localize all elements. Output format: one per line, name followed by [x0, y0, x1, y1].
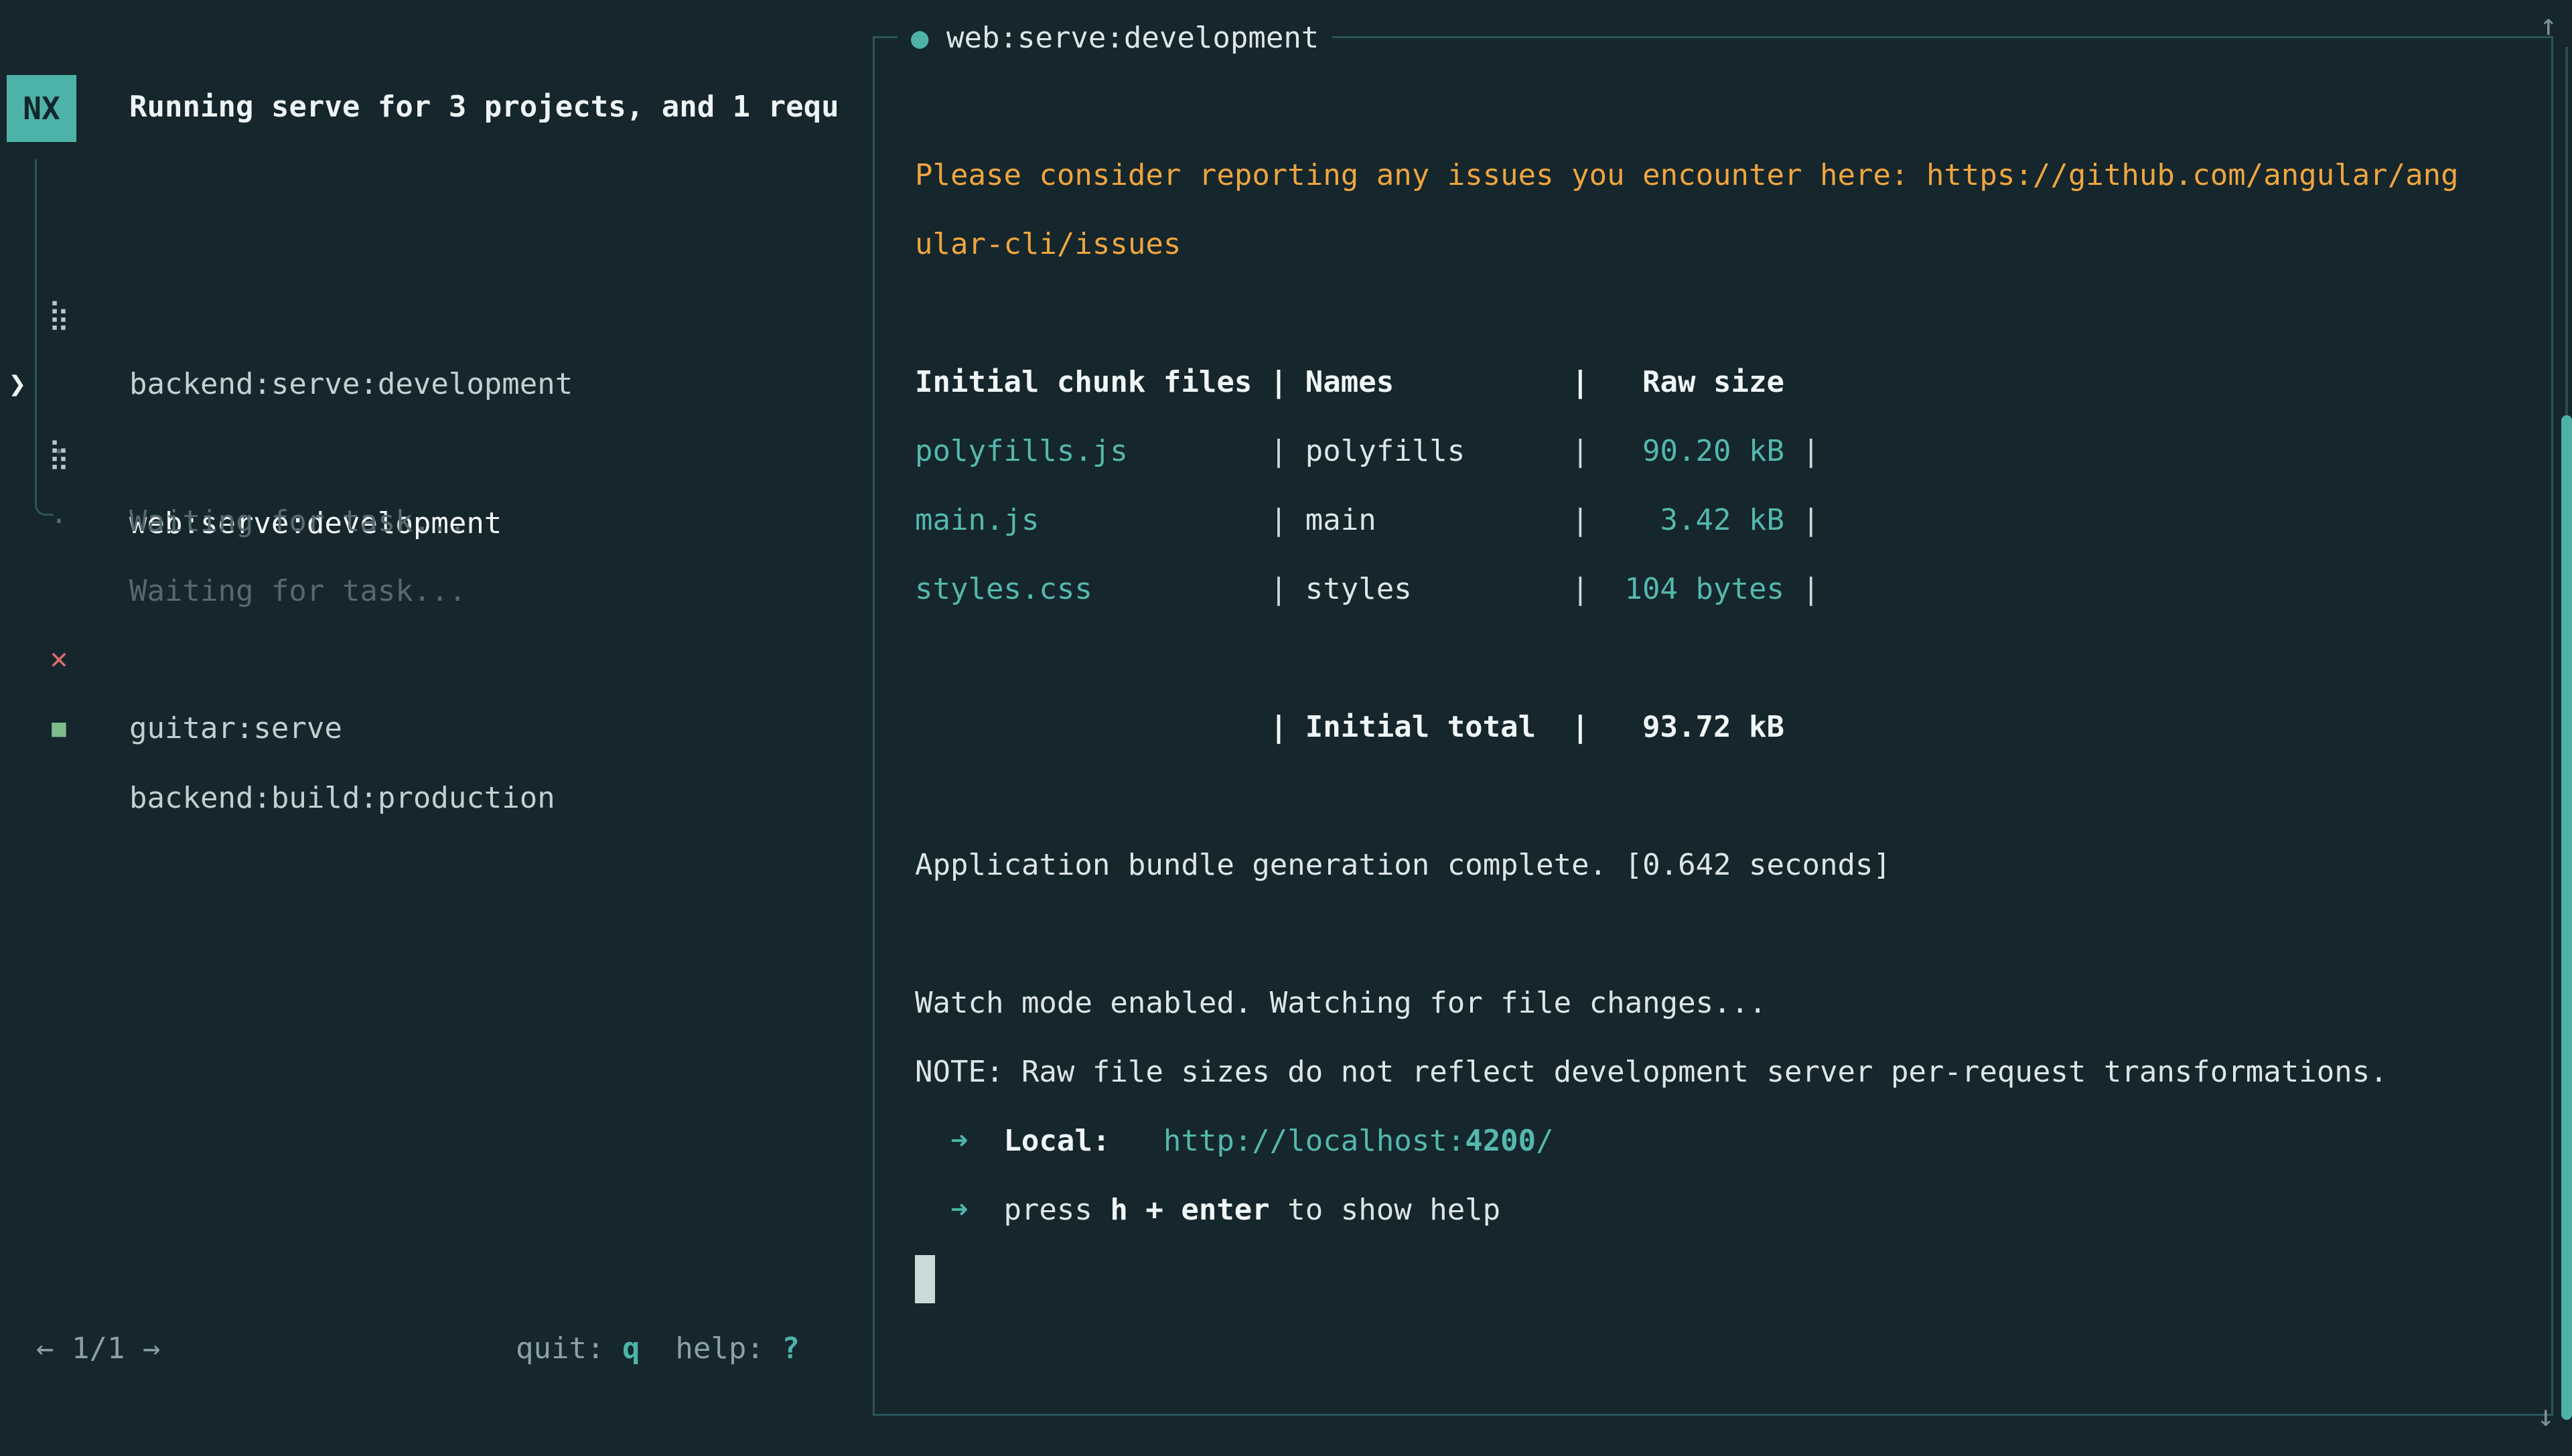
- port-number: 4200: [1465, 1124, 1536, 1158]
- pipe: |: [1571, 555, 1607, 624]
- chunk-file: styles.css: [915, 555, 1270, 624]
- scrollbar-thumb[interactable]: [2561, 415, 2572, 1420]
- help-keys: h + enter: [1110, 1193, 1269, 1227]
- table-row: main.js|main|3.42 kB|: [915, 486, 2535, 555]
- local-url-link[interactable]: http://localhost:4200/: [1163, 1124, 1554, 1158]
- blank-line: [915, 624, 2535, 693]
- arrow-right-icon: ➜: [950, 1124, 969, 1158]
- quit-label: quit:: [516, 1331, 604, 1366]
- sidebar-title: Running serve for 3 projects, and 1 requ: [129, 72, 863, 142]
- task-row-web-serve[interactable]: ❯ ⣷ web:serve:development: [0, 280, 871, 350]
- pipe: |: [1571, 417, 1607, 486]
- table-total-row: |Initial total|93.72 kB: [915, 693, 2535, 761]
- chunk-file: main.js: [915, 486, 1270, 555]
- help-pre: press: [1003, 1193, 1092, 1227]
- chunk-size: 3.42 kB: [1607, 486, 1784, 555]
- local-url-line: ➜ Local: http://localhost:4200/: [915, 1106, 2535, 1175]
- help-label: help:: [675, 1331, 764, 1366]
- quit-key: q: [622, 1331, 640, 1366]
- issue-notice-line-1: Please consider reporting any issues you…: [915, 141, 2535, 210]
- blank-line: [915, 761, 2535, 830]
- pipe: |: [1270, 348, 1305, 417]
- pager-next-icon[interactable]: →: [143, 1331, 161, 1366]
- task-row-waiting-1[interactable]: · Waiting for task...: [0, 348, 871, 417]
- task-label: Waiting for task...: [129, 487, 466, 557]
- task-row-backend-serve[interactable]: ⣷ backend:serve:development: [0, 210, 871, 280]
- pipe: |: [1270, 693, 1305, 761]
- success-square-icon: ■: [43, 694, 75, 763]
- terminal-cursor: [915, 1255, 935, 1303]
- scroll-up-icon[interactable]: ↑: [2540, 5, 2558, 75]
- table-header-row: Initial chunk files|Names|Raw size: [915, 348, 2535, 417]
- task-row-guitar-serve[interactable]: ✕ guitar:serve: [0, 555, 871, 624]
- pipe: |: [1571, 693, 1607, 761]
- pipe: |: [1270, 486, 1305, 555]
- table-row: styles.css|styles|104 bytes|: [915, 555, 2535, 624]
- keyboard-hints: quit: q help:?: [516, 1314, 800, 1384]
- blank-line: [915, 279, 2535, 348]
- note-line: NOTE: Raw file sizes do not reflect deve…: [915, 1037, 2535, 1106]
- watch-mode-line: Watch mode enabled. Watching for file ch…: [915, 968, 2535, 1037]
- blank-line: [915, 899, 2535, 968]
- chunk-file: polyfills.js: [915, 417, 1270, 486]
- scroll-down-icon[interactable]: ↓: [2537, 1386, 2555, 1456]
- chunk-name: styles: [1305, 555, 1571, 624]
- task-row-backend-build[interactable]: ■ backend:build:production: [0, 624, 871, 694]
- chunk-size: 90.20 kB: [1607, 417, 1784, 486]
- pipe: |: [1571, 348, 1607, 417]
- pipe: |: [1571, 486, 1607, 555]
- task-row-waiting-2[interactable]: · Waiting for task...: [0, 417, 871, 487]
- total-size: 93.72 kB: [1607, 693, 1784, 761]
- total-label: Initial total: [1305, 693, 1571, 761]
- bundle-complete-line: Application bundle generation complete. …: [915, 830, 2535, 899]
- issue-notice-line-2: ular-cli/issues: [915, 210, 2535, 279]
- pager: ← 1/1 →: [36, 1314, 160, 1384]
- pipe: |: [1784, 555, 1820, 624]
- pipe: |: [1270, 555, 1305, 624]
- pipe: |: [1784, 486, 1820, 555]
- local-label: Local:: [1003, 1124, 1110, 1158]
- waiting-dot-icon: ·: [43, 487, 75, 557]
- pager-label: 1/1: [72, 1331, 125, 1366]
- chunk-name: polyfills: [1305, 417, 1571, 486]
- task-label: guitar:serve: [129, 694, 342, 763]
- pager-prev-icon[interactable]: ←: [36, 1331, 54, 1366]
- table-row: polyfills.js|polyfills|90.20 kB|: [915, 417, 2535, 486]
- help-post: to show help: [1287, 1193, 1500, 1227]
- task-output-panel: ● web:serve:development Please consider …: [873, 36, 2553, 1416]
- nx-logo: NX: [7, 75, 76, 142]
- blank-line: [915, 72, 2535, 141]
- terminal-output: Please consider reporting any issues you…: [915, 38, 2535, 1324]
- pipe: |: [1784, 417, 1820, 486]
- chunk-name: main: [1305, 486, 1571, 555]
- help-hint-line: ➜ press h + enter to show help: [915, 1175, 2535, 1244]
- pipe: |: [1270, 417, 1305, 486]
- cursor-line: [915, 1255, 2535, 1324]
- arrow-right-icon: ➜: [950, 1193, 969, 1227]
- help-key: ?: [782, 1331, 800, 1366]
- scrollbar-track[interactable]: [2565, 47, 2568, 415]
- task-label: backend:build:production: [129, 763, 555, 833]
- chunk-size: 104 bytes: [1607, 555, 1784, 624]
